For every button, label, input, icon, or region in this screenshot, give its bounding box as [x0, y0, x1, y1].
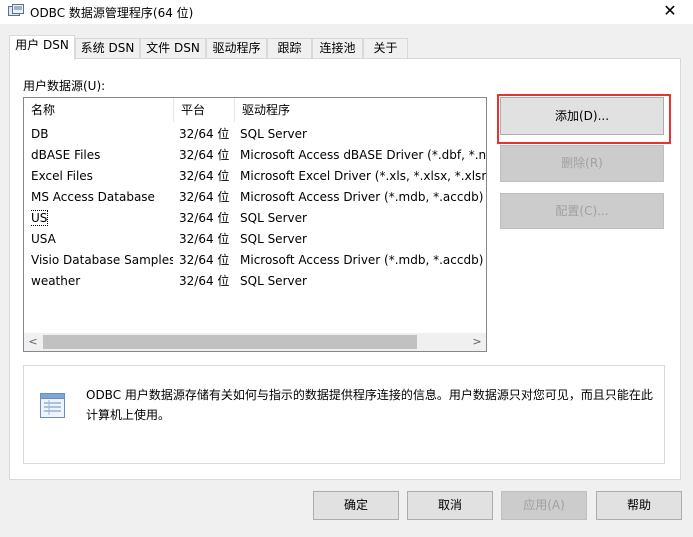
user-dsn-list[interactable]: 名称 平台 驱动程序 DB 32/64 位 SQL Server dBASE F… [23, 97, 487, 352]
dsn-platform: 32/64 位 [179, 274, 230, 288]
tab-file-dsn[interactable]: 文件 DSN [140, 38, 206, 58]
dsn-driver: Microsoft Excel Driver (*.xls, *.xlsx, *… [240, 169, 487, 183]
dsn-driver: Microsoft Access Driver (*.mdb, *.accdb) [240, 190, 484, 204]
dsn-platform: 32/64 位 [179, 148, 230, 162]
data-source-icon [40, 393, 65, 418]
odbc-app-icon [8, 4, 24, 16]
dsn-name: USA [31, 232, 56, 246]
list-item[interactable]: DB 32/64 位 SQL Server [24, 124, 486, 145]
dsn-driver: Microsoft Access Driver (*.mdb, *.accdb) [240, 253, 484, 267]
dsn-name: weather [31, 274, 81, 288]
tab-connection-pooling[interactable]: 连接池 [312, 38, 363, 58]
dsn-driver: SQL Server [240, 274, 307, 288]
dsn-platform: 32/64 位 [179, 211, 230, 225]
tab-system-dsn[interactable]: 系统 DSN [75, 38, 140, 58]
tab-user-dsn[interactable]: 用户 DSN [9, 35, 75, 60]
dsn-name: US [31, 208, 173, 229]
list-item[interactable]: weather 32/64 位 SQL Server [24, 271, 486, 292]
dsn-driver: Microsoft Access dBASE Driver (*.dbf, *.… [240, 148, 487, 162]
dsn-name: Excel Files [31, 169, 93, 183]
list-item[interactable]: US 32/64 位 SQL Server [24, 208, 486, 229]
configure-button[interactable]: 配置(C)... [500, 193, 664, 229]
tab-about[interactable]: 关于 [363, 38, 408, 58]
dsn-driver: SQL Server [240, 127, 307, 141]
cancel-button[interactable]: 取消 [407, 491, 493, 520]
list-item[interactable]: Excel Files 32/64 位 Microsoft Excel Driv… [24, 166, 486, 187]
dsn-name: MS Access Database [31, 190, 155, 204]
horizontal-scrollbar[interactable]: < > [24, 333, 486, 351]
apply-button[interactable]: 应用(A) [501, 491, 587, 520]
scroll-left-icon[interactable]: < [24, 333, 42, 351]
add-button[interactable]: 添加(D)... [500, 97, 664, 135]
scroll-right-icon[interactable]: > [468, 333, 486, 351]
title-bar: ODBC 数据源管理程序(64 位) ✕ [0, 0, 693, 24]
column-header-platform[interactable]: 平台 [174, 98, 235, 122]
tab-tracing[interactable]: 跟踪 [267, 38, 312, 58]
user-dsn-caption: 用户数据源(U): [23, 79, 106, 93]
dsn-name: dBASE Files [31, 148, 101, 162]
info-description: ODBC 用户数据源存储有关如何与指示的数据提供程序连接的信息。用户数据源只对您… [86, 388, 653, 422]
column-header-name[interactable]: 名称 [24, 98, 174, 122]
dsn-platform: 32/64 位 [179, 190, 230, 204]
window-title: ODBC 数据源管理程序(64 位) [30, 6, 194, 20]
dsn-name: Visio Database Samples [31, 253, 173, 267]
list-item[interactable]: dBASE Files 32/64 位 Microsoft Access dBA… [24, 145, 486, 166]
focused-dsn-name: US [31, 210, 49, 226]
dsn-driver: SQL Server [240, 232, 307, 246]
dsn-platform: 32/64 位 [179, 232, 230, 246]
list-item[interactable]: Visio Database Samples 32/64 位 Microsoft… [24, 250, 486, 271]
dsn-name: DB [31, 127, 49, 141]
list-item[interactable]: MS Access Database 32/64 位 Microsoft Acc… [24, 187, 486, 208]
info-panel: ODBC 用户数据源存储有关如何与指示的数据提供程序连接的信息。用户数据源只对您… [23, 365, 665, 464]
ok-button[interactable]: 确定 [313, 491, 399, 520]
list-item[interactable]: USA 32/64 位 SQL Server [24, 229, 486, 250]
column-header-driver[interactable]: 驱动程序 [235, 98, 486, 122]
dsn-platform: 32/64 位 [179, 169, 230, 183]
help-button[interactable]: 帮助 [596, 491, 682, 520]
tab-drivers[interactable]: 驱动程序 [206, 38, 267, 58]
remove-button[interactable]: 删除(R) [500, 145, 664, 182]
dsn-driver: SQL Server [240, 211, 307, 225]
close-icon[interactable]: ✕ [647, 0, 693, 24]
scroll-thumb[interactable] [43, 335, 417, 349]
dsn-platform: 32/64 位 [179, 253, 230, 267]
dsn-platform: 32/64 位 [179, 127, 230, 141]
